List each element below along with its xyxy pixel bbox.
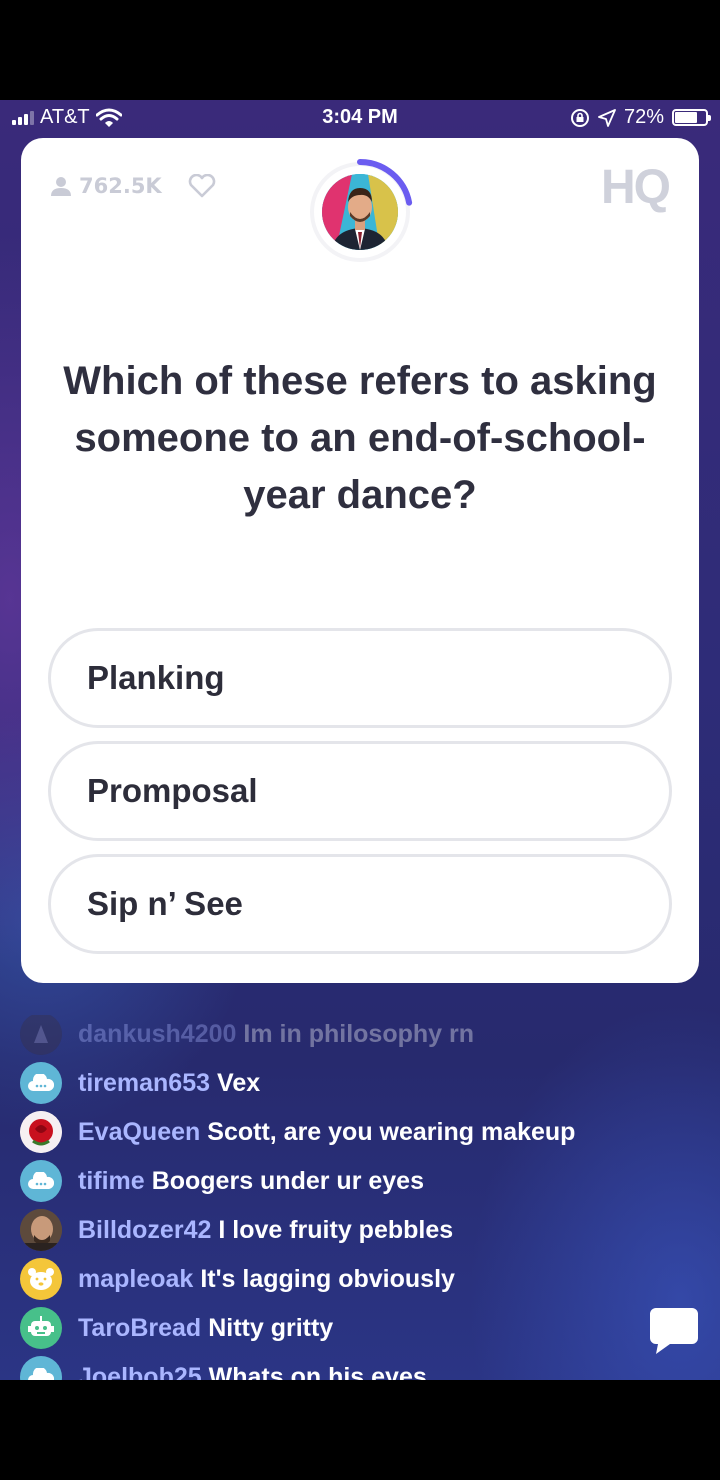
chat-message: tireman653 Vex: [20, 1061, 260, 1105]
status-bar: AT&T 3:04 PM 72%: [0, 100, 720, 136]
chat-username: Joelbob25: [78, 1362, 202, 1381]
answer-option-3[interactable]: Sip n’ See: [48, 854, 672, 954]
question-text: Which of these refers to asking someone …: [63, 359, 657, 517]
chat-message: TaroBread Nitty gritty: [20, 1306, 333, 1350]
battery-fill: [675, 112, 697, 123]
bear-avatar-icon: [20, 1258, 62, 1300]
answer-option-1[interactable]: Planking: [48, 628, 672, 728]
question-card: 762.5K HQ Which of these refers to askin…: [21, 138, 699, 983]
robot-avatar-icon: [20, 1307, 62, 1349]
chat-text: It's lagging obviously: [200, 1264, 455, 1293]
answer-option-2[interactable]: Promposal: [48, 741, 672, 841]
person-icon: [51, 177, 71, 196]
chat-text: Im in philosophy rn: [243, 1019, 474, 1048]
chat-text: Vex: [217, 1068, 261, 1097]
chat-text: Scott, are you wearing makeup: [207, 1117, 576, 1146]
host-avatar: [322, 174, 398, 250]
chat-username: Billdozer42: [78, 1215, 212, 1244]
chat-feed: dankush4200 Im in philosophy rn tireman6…: [0, 1015, 720, 1380]
cloud-avatar-icon: [20, 1356, 62, 1380]
chat-text: Whats on his eyes: [208, 1362, 427, 1381]
hq-logo: HQ: [601, 161, 671, 214]
chat-message: mapleoak It's lagging obviously: [20, 1257, 455, 1301]
chat-username: tifime: [78, 1166, 145, 1195]
battery-icon: [672, 109, 711, 126]
rotation-lock-icon: [570, 108, 589, 127]
chat-message: EvaQueen Scott, are you wearing makeup: [20, 1110, 575, 1154]
chat-message: Billdozer42 I love fruity pebbles: [20, 1208, 453, 1252]
chat-message: Joelbob25 Whats on his eyes: [20, 1355, 427, 1380]
cloud-avatar-icon: [20, 1160, 62, 1202]
chat-text: Nitty gritty: [208, 1313, 334, 1342]
rose-avatar-icon: [20, 1111, 62, 1153]
chat-username: dankush4200: [78, 1019, 237, 1048]
battery-percent: 72%: [623, 106, 664, 128]
viewer-count: 762.5K: [51, 174, 216, 198]
chat-username: mapleoak: [78, 1264, 194, 1293]
answer-label: Planking: [87, 659, 225, 696]
chat-message: tifime Boogers under ur eyes: [20, 1159, 424, 1203]
chat-text: I love fruity pebbles: [218, 1215, 454, 1244]
heart-icon[interactable]: [188, 174, 216, 198]
viewer-count-label: 762.5K: [79, 174, 162, 198]
status-right: 72%: [570, 106, 711, 129]
chat-username: TaroBread: [78, 1313, 202, 1342]
cloud-avatar-icon: [20, 1062, 62, 1104]
photo-avatar-icon: [20, 1209, 62, 1251]
chat-text: Boogers under ur eyes: [151, 1166, 424, 1195]
chat-username: tireman653: [78, 1068, 211, 1097]
game-screen: AT&T 3:04 PM 72% 762.5K HQ Which of thes…: [0, 100, 720, 1380]
user-avatar: [20, 1015, 62, 1055]
answer-label: Sip n’ See: [87, 885, 243, 922]
chat-message: dankush4200 Im in philosophy rn: [20, 1015, 474, 1056]
answer-label: Promposal: [87, 772, 258, 809]
chat-bubble-button[interactable]: [648, 1304, 700, 1356]
chat-username: EvaQueen: [78, 1117, 201, 1146]
location-icon: [598, 108, 616, 127]
